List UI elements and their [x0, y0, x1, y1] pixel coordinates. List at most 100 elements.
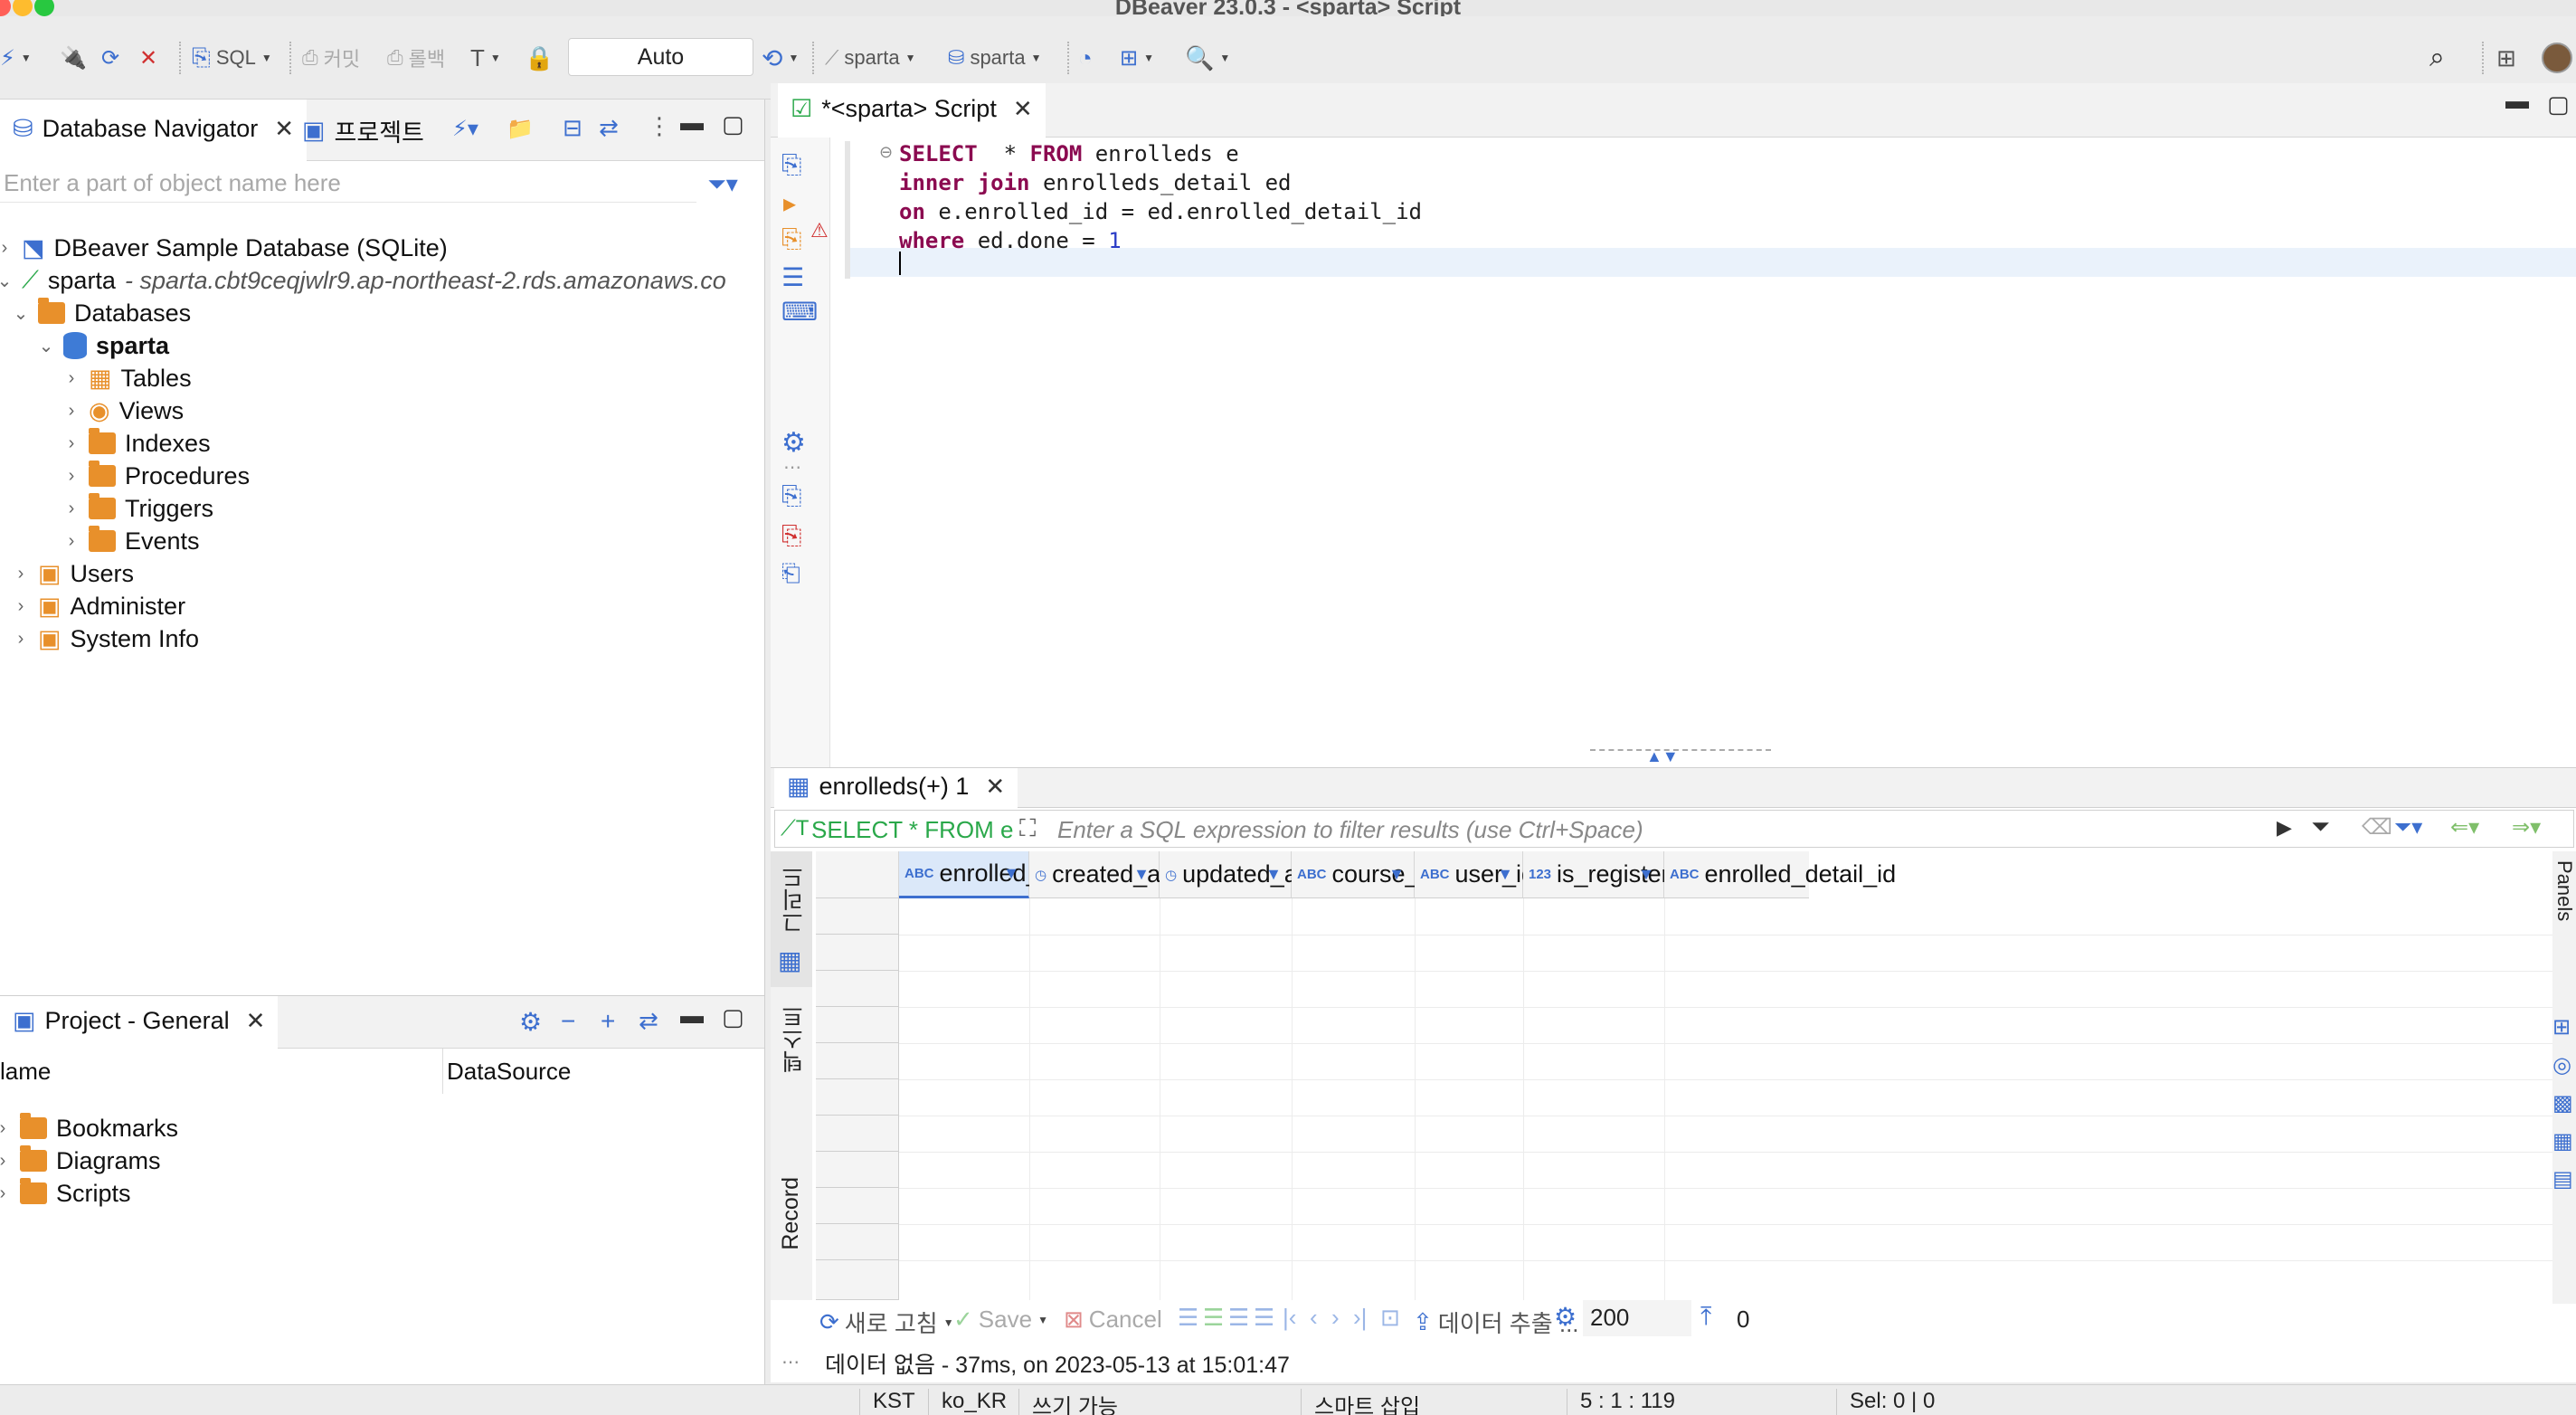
- fold-toggle-icon[interactable]: ⊖: [879, 143, 893, 162]
- first-page-icon[interactable]: |‹: [1283, 1304, 1296, 1332]
- column-header-enrolled-id[interactable]: ABC enrolled_id ▼: [899, 851, 1059, 898]
- tree-node-views[interactable]: › ◉ Views: [63, 394, 184, 427]
- splitter-arrows-icon[interactable]: ▲▼: [1646, 747, 1679, 766]
- tab-sparta-script[interactable]: ☑ *<sparta> Script ✕: [778, 83, 1046, 138]
- erd-button[interactable]: ⊞ ▼: [1120, 42, 1154, 74]
- minimize-icon[interactable]: ▬: [680, 1002, 704, 1030]
- commit-button[interactable]: ⎙ 커밋: [302, 42, 360, 74]
- execute-script-icon[interactable]: ▸: [783, 188, 796, 218]
- value-panel-icon[interactable]: ◎: [2552, 1052, 2571, 1078]
- settings-gear-icon[interactable]: ⚙: [519, 1007, 542, 1037]
- new-folder-icon[interactable]: 📁: [507, 116, 534, 142]
- code-line-2[interactable]: inner join enrolleds_detail ed: [899, 170, 1291, 195]
- tree-node-system-info[interactable]: › ▣ System Info: [13, 622, 199, 655]
- copy-row-icon[interactable]: ☰: [1228, 1304, 1249, 1332]
- new-connection-icon[interactable]: ⚡▾: [452, 116, 478, 142]
- sort-arrow-icon[interactable]: ▼: [1388, 865, 1405, 884]
- terminal-icon[interactable]: ⌨: [781, 297, 818, 327]
- row-header[interactable]: [816, 1152, 899, 1188]
- panels-tab[interactable]: Panels: [2552, 860, 2576, 921]
- close-icon[interactable]: ✕: [1013, 95, 1033, 123]
- project-item-bookmarks[interactable]: › Bookmarks: [0, 1112, 178, 1144]
- row-header[interactable]: [816, 935, 899, 971]
- back-icon[interactable]: ⇐▾: [2450, 814, 2479, 840]
- last-page-icon[interactable]: ›|: [1353, 1304, 1367, 1332]
- execute-statement-icon[interactable]: ⎘: [781, 150, 801, 180]
- calc-panel-icon[interactable]: ▦: [2552, 1128, 2573, 1154]
- grid-corner[interactable]: [816, 851, 899, 898]
- row-header[interactable]: [816, 1079, 899, 1116]
- code-line-1[interactable]: SELECT * FROM enrolleds e: [899, 141, 1239, 166]
- collapse-all-icon[interactable]: ⊟: [563, 114, 582, 142]
- column-name-header[interactable]: lame: [0, 1049, 443, 1094]
- datasource-selector[interactable]: ⟋ sparta ▼: [825, 42, 915, 74]
- row-header[interactable]: [816, 1224, 899, 1260]
- settings-gear-icon[interactable]: ⚙: [1554, 1302, 1577, 1332]
- metadata-panel-icon[interactable]: ⊞: [2552, 1014, 2571, 1040]
- add-row-icon[interactable]: ☰: [1203, 1304, 1224, 1332]
- add-icon[interactable]: +: [601, 1007, 615, 1036]
- tree-node-procedures[interactable]: › Procedures: [63, 460, 250, 492]
- save-button[interactable]: ✓ Save ▼: [953, 1306, 1048, 1334]
- lock-button[interactable]: 🔒: [525, 42, 554, 74]
- column-header-created-at[interactable]: ◷ created_at ▼: [1029, 851, 1168, 898]
- text-view-tab[interactable]: 텍스트: [778, 1005, 810, 1073]
- tree-node-sample-db[interactable]: › ⬔ DBeaver Sample Database (SQLite): [0, 232, 448, 264]
- tree-node-connection-sparta[interactable]: ⌄ ⟋ sparta - sparta.cbt9ceqjwlr9.ap-nort…: [0, 264, 726, 297]
- row-header[interactable]: [816, 971, 899, 1007]
- project-item-diagrams[interactable]: › Diagrams: [0, 1144, 161, 1177]
- refresh-button[interactable]: ⟳ 새로 고침 ▼: [819, 1306, 954, 1339]
- reconnect-button[interactable]: ⟳: [101, 42, 119, 74]
- execute-new-tab-icon[interactable]: ⎘: [781, 224, 801, 254]
- column-header-course-id[interactable]: ABC course_id ▼: [1292, 851, 1438, 898]
- tab-project[interactable]: ▣ 프로젝트: [289, 100, 437, 161]
- erase-filter-icon[interactable]: ⌫: [2362, 814, 2392, 840]
- explain-plan-icon[interactable]: ☰: [781, 262, 804, 292]
- maximize-icon[interactable]: ▢: [722, 1003, 744, 1031]
- rollback-button[interactable]: ⎙ 롤백: [387, 42, 445, 74]
- prev-page-icon[interactable]: ‹: [1310, 1304, 1318, 1332]
- grouping-panel-icon[interactable]: ▩: [2552, 1090, 2573, 1116]
- filter-expression-input[interactable]: Enter a SQL expression to filter results…: [1057, 816, 1643, 844]
- tree-node-indexes[interactable]: › Indexes: [63, 427, 211, 460]
- row-header[interactable]: [816, 1043, 899, 1079]
- project-item-scripts[interactable]: › Scripts: [0, 1177, 131, 1210]
- dbeaver-perspective-button[interactable]: [2542, 42, 2572, 74]
- filter-history-icon[interactable]: ⏷: [2311, 812, 2330, 841]
- splitter-handle[interactable]: [1590, 749, 1771, 751]
- minimize-icon[interactable]: ▬: [2505, 87, 2529, 115]
- transaction-mode-field[interactable]: Auto: [568, 38, 753, 76]
- global-search-button[interactable]: ⌕: [2429, 42, 2445, 74]
- tree-node-triggers[interactable]: › Triggers: [63, 492, 213, 525]
- search-button[interactable]: 🔍 ▼: [1185, 42, 1230, 74]
- tab-project-general[interactable]: ▣ Project - General ✕: [0, 996, 279, 1049]
- history-button[interactable]: ⟲ ▼: [762, 42, 799, 74]
- fetch-size-input[interactable]: 200: [1583, 1300, 1691, 1336]
- minimize-icon[interactable]: ▬: [680, 109, 704, 137]
- cancel-button[interactable]: ⊠ Cancel: [1064, 1306, 1162, 1334]
- tree-node-tables[interactable]: › ▦ Tables: [63, 362, 192, 394]
- row-header[interactable]: [816, 1260, 899, 1300]
- transaction-mode-button[interactable]: T ▼: [470, 42, 501, 74]
- maximize-icon[interactable]: ▢: [2547, 90, 2570, 119]
- tree-node-users[interactable]: › ▣ Users: [13, 557, 134, 590]
- tree-node-administer[interactable]: › ▣ Administer: [13, 590, 185, 622]
- problems-icon[interactable]: ⎘: [781, 521, 801, 551]
- link-editor-icon[interactable]: ⇄: [599, 114, 619, 142]
- fetch-all-icon[interactable]: ⊡: [1380, 1304, 1400, 1332]
- sort-arrow-icon[interactable]: ▼: [1133, 865, 1150, 884]
- row-header[interactable]: [816, 898, 899, 935]
- tree-node-databases[interactable]: ⌄ Databases: [13, 297, 191, 329]
- more-options-icon[interactable]: ⋮: [648, 112, 671, 140]
- row-header[interactable]: [816, 1188, 899, 1224]
- new-connection-button[interactable]: ⚡ ▼: [0, 42, 32, 74]
- link-icon[interactable]: ⇄: [639, 1007, 658, 1035]
- apply-filter-icon[interactable]: ▶: [2277, 816, 2292, 840]
- export-icon[interactable]: ⎘: [781, 481, 801, 511]
- open-perspective-button[interactable]: ⊞: [2496, 42, 2516, 74]
- variables-icon[interactable]: ⎗: [781, 559, 800, 588]
- sort-arrow-icon[interactable]: ▼: [1638, 865, 1654, 884]
- schema-selector[interactable]: ⛁ sparta ▼: [948, 42, 1041, 74]
- settings-gear-icon[interactable]: ⚙: [781, 427, 806, 459]
- connect-button[interactable]: 🔌: [60, 42, 87, 74]
